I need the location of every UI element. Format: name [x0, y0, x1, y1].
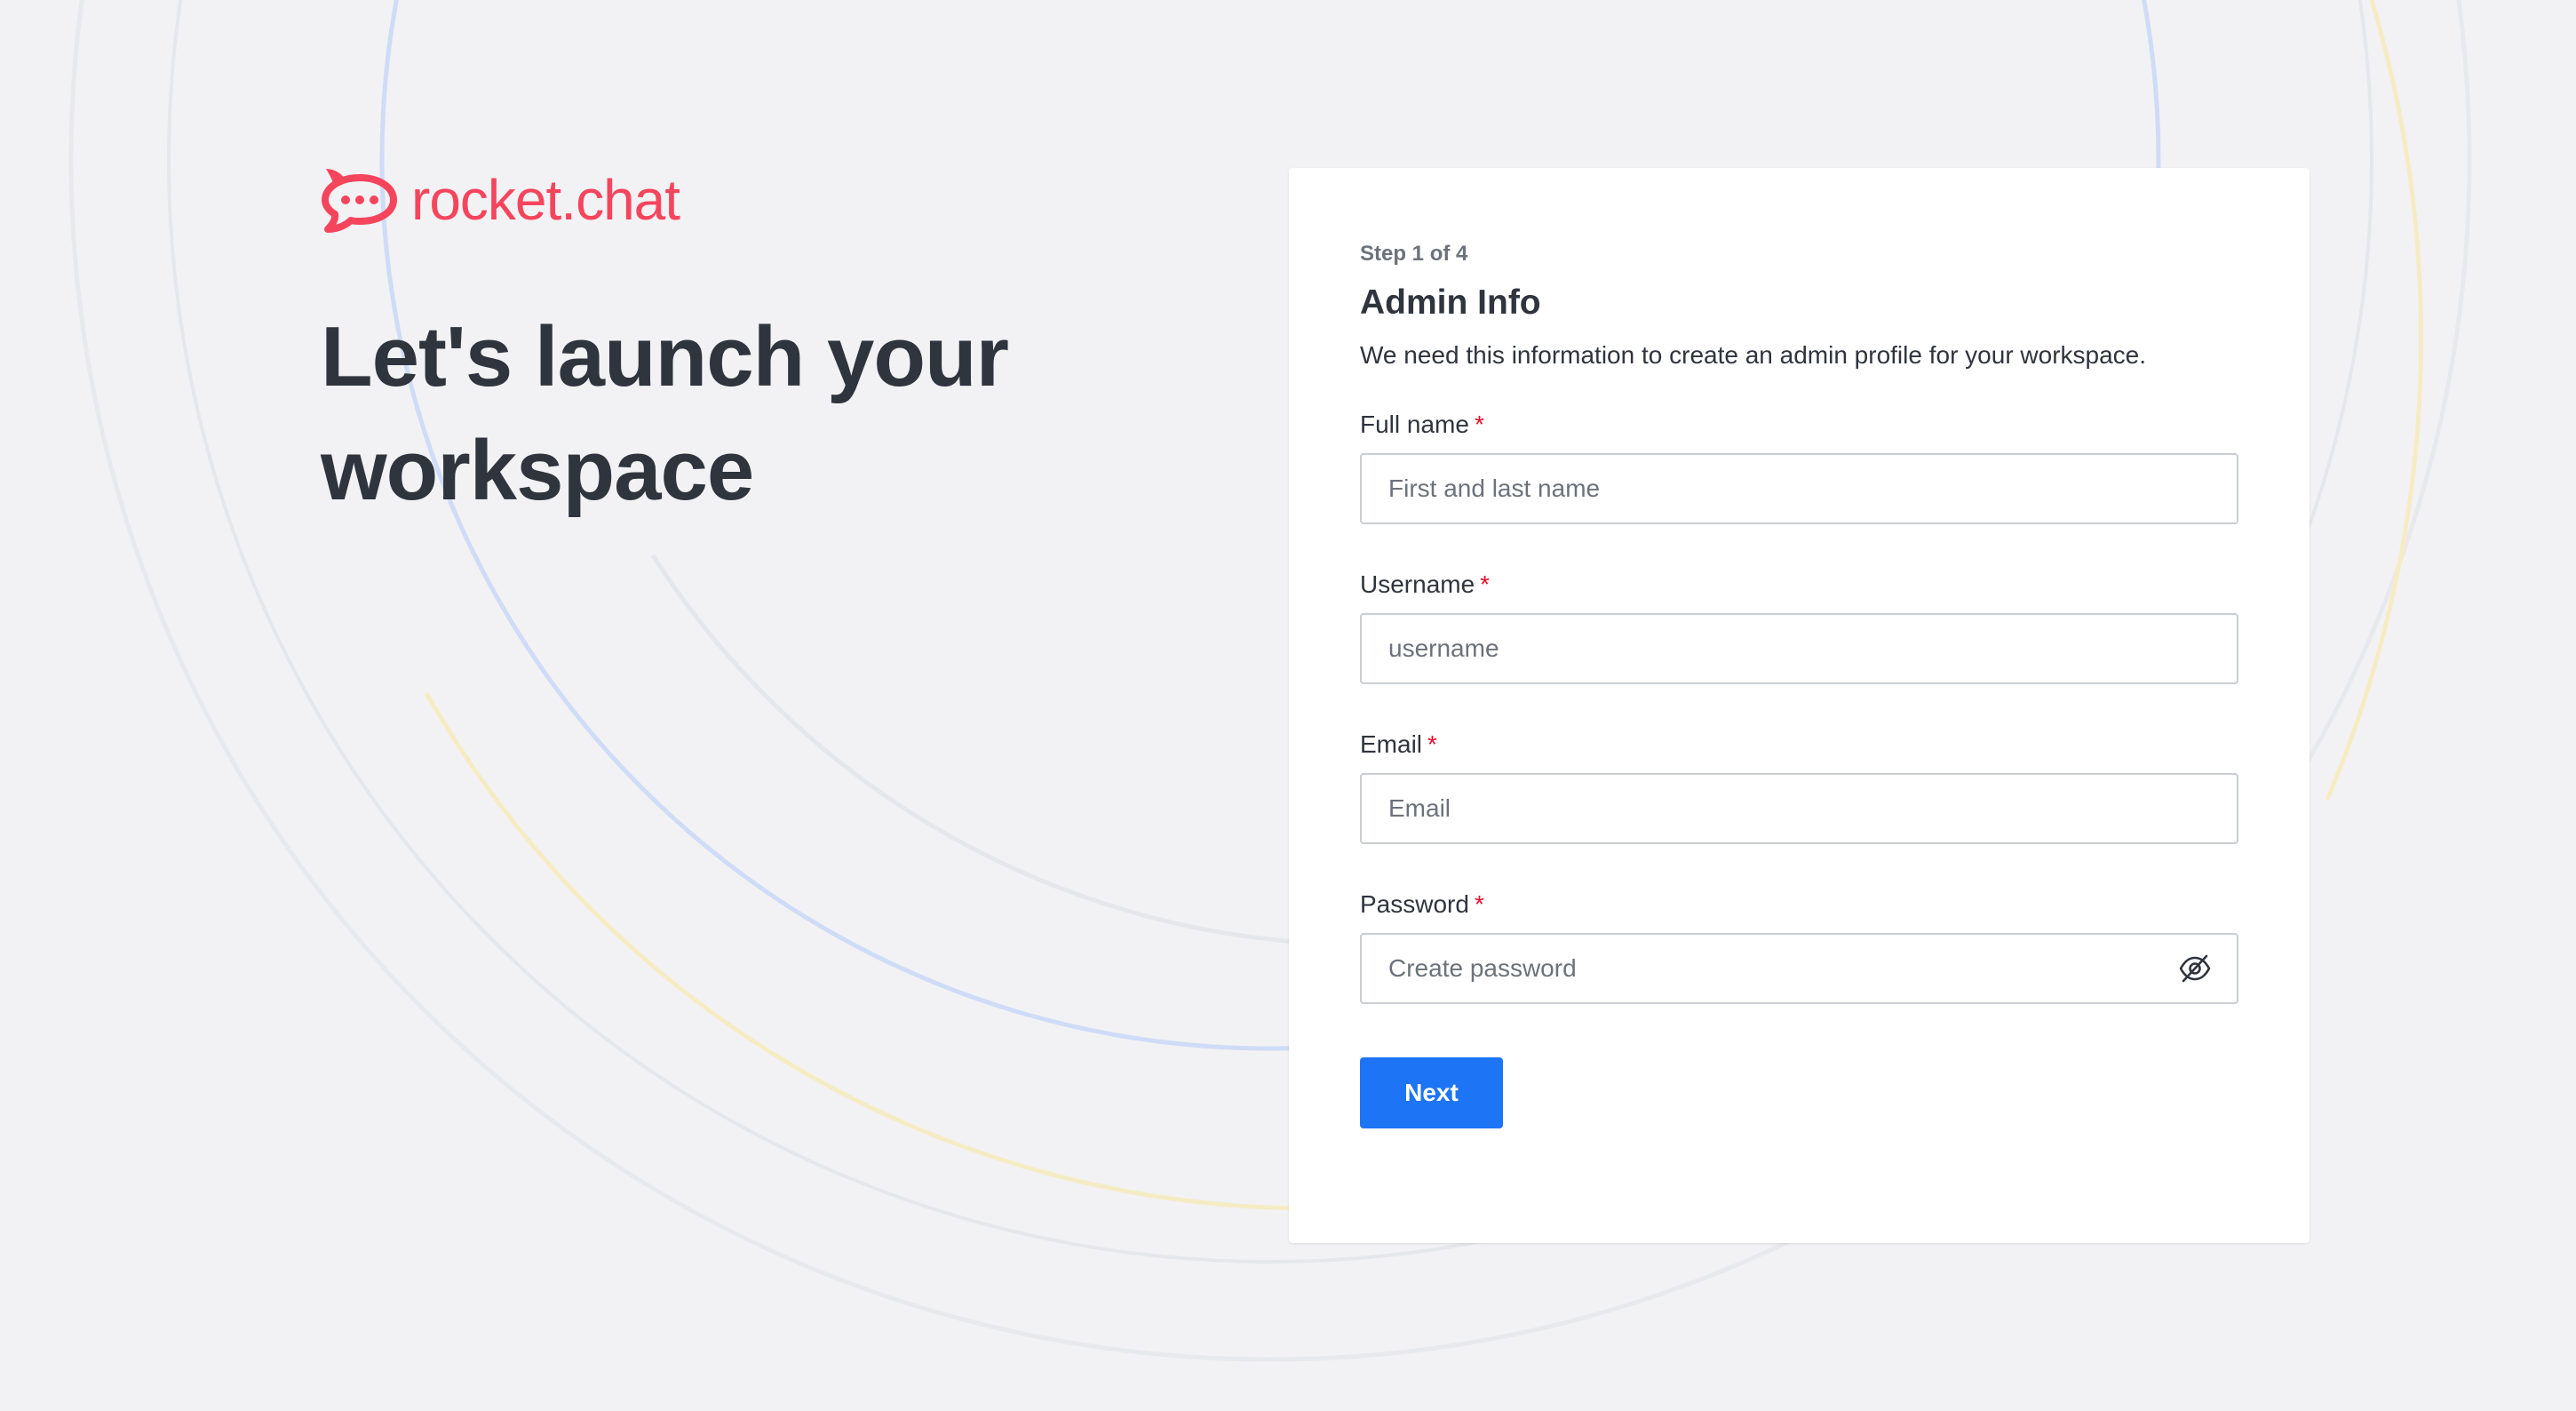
hero-title: Let's launch your workspace — [321, 309, 1009, 518]
brand-logo: rocket.chat — [321, 165, 680, 235]
email-input-wrapper — [1360, 773, 2238, 844]
next-button[interactable]: Next — [1360, 1057, 1503, 1128]
full-name-label: Full name * — [1360, 409, 2238, 441]
full-name-label-text: Full name — [1360, 411, 1469, 438]
required-marker: * — [1474, 890, 1484, 918]
admin-info-card: Step 1 of 4 Admin Info We need this info… — [1289, 168, 2310, 1243]
required-marker: * — [1480, 570, 1491, 598]
setup-wizard-page: rocket.chat Let's launch your workspace … — [0, 0, 2576, 1411]
username-input[interactable] — [1360, 613, 2238, 684]
password-field: Password * — [1360, 889, 2238, 1004]
password-label-text: Password — [1360, 890, 1469, 918]
password-input-wrapper — [1360, 933, 2238, 1004]
username-label: Username * — [1360, 569, 2238, 601]
brand-name: rocket.chat — [411, 168, 680, 232]
email-label-text: Email — [1360, 730, 1423, 758]
required-marker: * — [1474, 411, 1484, 438]
password-label: Password * — [1360, 889, 2238, 921]
step-indicator: Step 1 of 4 — [1360, 242, 1468, 266]
username-field: Username * — [1360, 569, 2238, 684]
full-name-input[interactable] — [1360, 453, 2238, 524]
username-label-text: Username — [1360, 570, 1475, 598]
email-label: Email * — [1360, 729, 2238, 761]
email-field: Email * — [1360, 729, 2238, 844]
form-description: We need this information to create an ad… — [1360, 341, 2147, 369]
rocket-chat-logo-icon — [322, 169, 397, 233]
form-fields: Full name* Username* Email* — [1360, 409, 2238, 1004]
form-title: Admin Info — [1360, 283, 1541, 322]
email-input[interactable] — [1360, 773, 2238, 844]
required-marker: * — [1427, 730, 1437, 758]
password-input[interactable] — [1360, 933, 2238, 1004]
eye-off-icon[interactable] — [2178, 953, 2212, 985]
full-name-field: Full name * — [1360, 409, 2238, 524]
full-name-input-wrapper — [1360, 453, 2238, 524]
username-input-wrapper — [1360, 613, 2238, 684]
